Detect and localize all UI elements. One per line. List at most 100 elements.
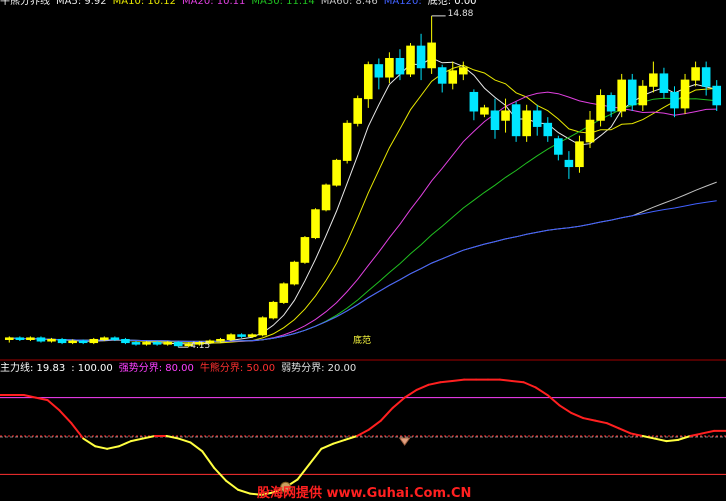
main-line-segment [498, 378, 513, 382]
candle-body [416, 45, 426, 69]
bottom-signal-label: 底范 [353, 336, 372, 346]
candle-body [121, 338, 130, 344]
candle-body [15, 337, 25, 340]
high-price-label: 14.88 [447, 8, 474, 19]
candle-body [110, 337, 120, 340]
main-line-segment [94, 445, 109, 450]
main-line-segment [237, 488, 251, 495]
candle-body [26, 337, 35, 340]
main-line-segment [594, 419, 608, 425]
candle-body [173, 342, 183, 347]
candle-body [163, 342, 172, 345]
candle-body [374, 64, 384, 78]
low-price-label: 4.15 [190, 341, 211, 352]
main-line-segment [605, 422, 620, 430]
candle-body [89, 338, 99, 344]
main-line-segment [201, 450, 216, 469]
candle-body [543, 122, 553, 137]
candle-body [617, 79, 626, 112]
candle-body [4, 337, 14, 340]
main-line-segment [451, 378, 466, 382]
main-line-segment [439, 379, 454, 384]
main-line-segment [701, 429, 716, 435]
header-item: MA5: 9.92 [56, 0, 107, 7]
main-line-segment [177, 437, 192, 444]
candle-body [585, 119, 595, 143]
header-item: 牛熊分界: 50.00 [199, 363, 276, 374]
candle-body [342, 122, 352, 161]
candle-body [691, 67, 700, 81]
header-item: 底范: 0.00 [427, 0, 477, 7]
candle-body [237, 334, 246, 337]
header-item: 强势分界: 80.00 [118, 363, 194, 374]
header-item: MA120: [383, 0, 422, 7]
candle-body [268, 301, 278, 319]
candle-body [712, 85, 722, 106]
candle-body [459, 67, 468, 75]
candle-body [226, 334, 236, 340]
main-line-segment [189, 441, 204, 453]
main-line-segment [534, 386, 549, 397]
main-line-segment [653, 437, 668, 443]
candle-body [131, 342, 141, 345]
candle-body [311, 209, 320, 239]
watermark: 股海网提供 www.Guhai.Com.CN [257, 486, 472, 501]
candle-body [670, 91, 679, 109]
main-line-segment [415, 383, 430, 391]
candle-body [427, 42, 436, 69]
header-item: MA10: 10.12 [112, 0, 177, 7]
candle-body [385, 57, 394, 78]
candle-body [290, 261, 299, 285]
candle-body [78, 340, 88, 344]
candle-body [606, 95, 616, 112]
candle-body [501, 110, 510, 121]
main-line-segment [320, 442, 335, 450]
stock-chart [0, 15, 726, 496]
main-line-segment [665, 438, 680, 443]
indicator-header: 主力线: 19.83: 100.00 强势分界: 80.00 牛熊分界: 50.00… [0, 363, 362, 375]
candle-body [511, 104, 521, 137]
main-line-segment [367, 419, 382, 431]
candle-body [638, 85, 648, 106]
candle-body [448, 70, 458, 84]
header-item: 弱势分界: 20.00 [281, 363, 357, 374]
candle-body [564, 159, 574, 168]
candle-body [649, 73, 658, 87]
candle-body [100, 337, 109, 340]
candle-body [490, 110, 500, 131]
candle-body [395, 57, 405, 75]
candle-body [469, 91, 479, 112]
sell-signal-icon [398, 437, 411, 446]
header-item: MA30: 11.14 [251, 0, 315, 7]
main-line-segment [129, 437, 144, 443]
candle-body [216, 338, 225, 342]
candle-body [279, 283, 289, 303]
candle-body [68, 340, 77, 344]
main-line-segment [427, 381, 442, 386]
main-line-segment [82, 437, 97, 448]
main-line-segment [58, 409, 73, 425]
candle-body [353, 98, 363, 124]
main-line-segment [403, 388, 418, 399]
header-item: : 100.00 [71, 363, 113, 374]
main-line-segment [510, 379, 525, 384]
candle-body [36, 337, 46, 342]
main-line-segment [546, 394, 561, 407]
main-line-segment [332, 438, 347, 445]
candle-body [627, 79, 637, 106]
candle-body [575, 141, 584, 168]
candle-body [701, 67, 711, 87]
ma-line [9, 200, 717, 342]
candle-body [247, 334, 257, 337]
main-line-segment [356, 428, 370, 437]
main-line-segment [308, 447, 323, 466]
candle-body [57, 338, 67, 344]
candle-body [300, 237, 310, 263]
main-line-segment [379, 406, 394, 422]
candle-body [659, 73, 669, 93]
main-line-segment [46, 399, 61, 412]
header-item: MA60: 8.46 [320, 0, 378, 7]
candle-body [363, 64, 373, 100]
candle-body [532, 110, 542, 127]
candle-body [332, 159, 341, 186]
